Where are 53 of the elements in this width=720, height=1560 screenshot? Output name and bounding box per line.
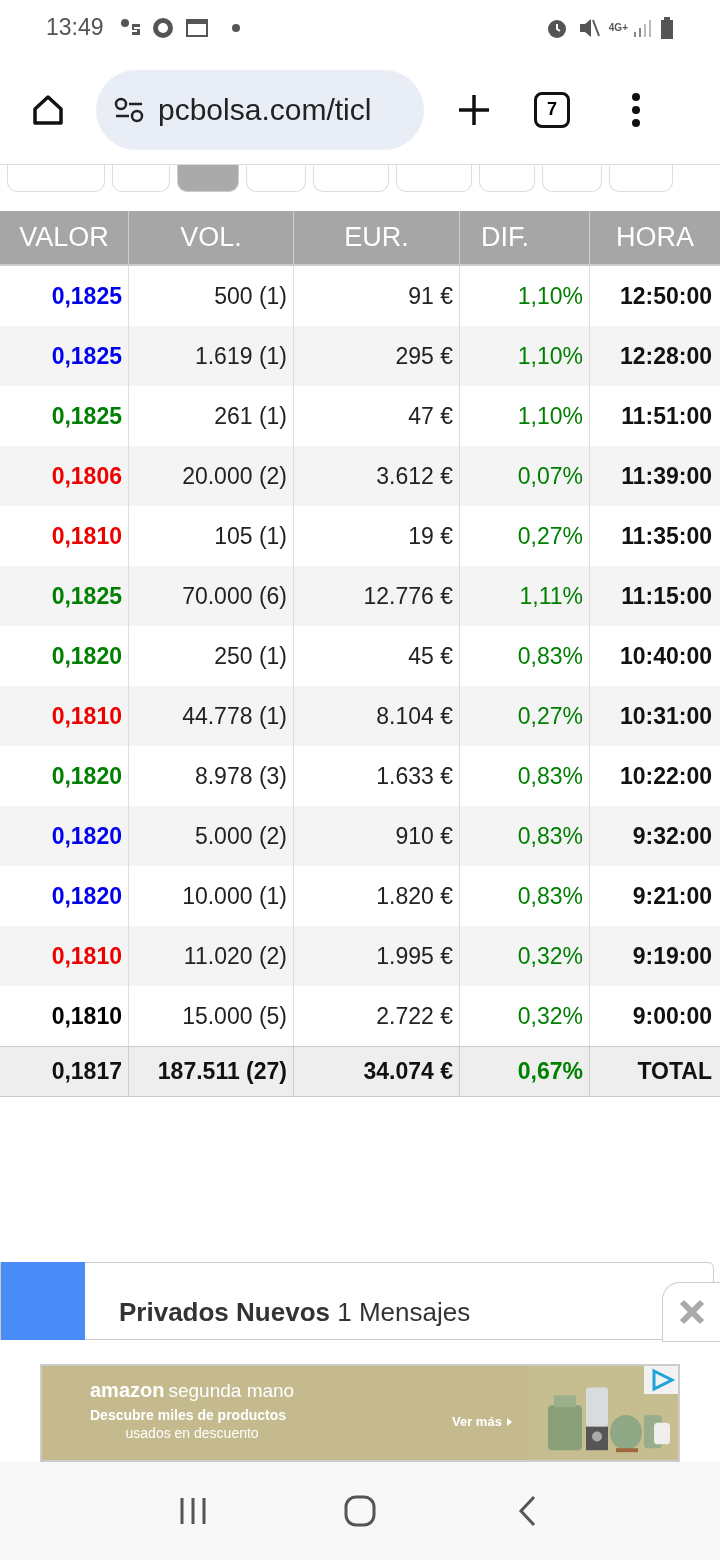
page-tab[interactable] — [542, 165, 602, 192]
ad-headline: Descubre miles de productos — [90, 1407, 288, 1425]
time-cell-text: 10:40:00 — [618, 641, 713, 671]
url-text: pcbolsa.com/ticl — [158, 92, 372, 128]
app-icon — [151, 16, 174, 39]
chevron-right-icon — [506, 1417, 512, 1426]
time-cell-text: 9:19:00 — [631, 941, 713, 971]
page-tab[interactable] — [112, 165, 170, 192]
page-tab[interactable] — [7, 165, 105, 192]
signal-icon — [632, 17, 652, 38]
total-diff-cell: 0,67% — [460, 1047, 590, 1096]
total-euro-cell: 34.074 € — [294, 1047, 460, 1096]
page-tab[interactable] — [313, 165, 389, 192]
time-cell-text: 11:35:00 — [620, 521, 713, 551]
time-cell-text: 11:39:00 — [620, 461, 713, 491]
column-header: DIF. — [460, 211, 590, 264]
time-cell-text: 12:50:00 — [618, 281, 713, 311]
column-header: HORA — [615, 221, 695, 255]
notification-text: Privados Nuevos 1 Mensajes — [119, 1295, 471, 1329]
ad-brand-suffix: segunda mano — [168, 1379, 295, 1403]
ad-subline: usados en descuento — [124, 1424, 260, 1442]
battery-icon — [660, 16, 674, 39]
page-tab[interactable] — [396, 165, 472, 192]
site-settings-icon[interactable] — [114, 96, 144, 123]
time-cell-text: 9:21:00 — [631, 881, 713, 911]
time-cell-text: 11:15:00 — [620, 581, 713, 611]
total-price-cell: 0,1817 — [0, 1047, 129, 1096]
total-label-cell-text: TOTAL — [636, 1057, 713, 1087]
ad-info-icon[interactable] — [644, 1366, 678, 1394]
ad-brand: amazon — [90, 1378, 165, 1403]
time-cell-text: 10:22:00 — [618, 761, 713, 791]
tab-count-button[interactable]: 7 — [534, 91, 570, 128]
column-header: VALOR — [0, 211, 129, 264]
time-cell-text: 12:28:00 — [618, 341, 713, 371]
page-tab[interactable] — [177, 165, 239, 192]
time-cell-text: 9:32:00 — [631, 821, 713, 851]
close-button[interactable] — [662, 1282, 720, 1342]
time-cell-text: 11:51:00 — [620, 401, 713, 431]
status-time: 13:49 — [46, 13, 104, 43]
calendar-icon — [185, 17, 208, 38]
time-cell-text: 10:31:00 — [618, 701, 713, 731]
page-tab[interactable] — [479, 165, 535, 192]
network-label: 4G+ — [608, 22, 628, 33]
time-cell-text: 9:00:00 — [631, 1001, 713, 1031]
column-header: EUR. — [294, 211, 460, 264]
close-icon — [678, 1299, 705, 1325]
page-tab[interactable] — [609, 165, 673, 192]
total-volume-cell: 187.511 (27) — [129, 1047, 294, 1096]
page-tab[interactable] — [246, 165, 306, 192]
home-nav-button[interactable] — [343, 1494, 377, 1528]
column-header: VOL. — [129, 211, 294, 264]
notification-banner[interactable]: Privados Nuevos 1 Mensajes — [0, 1262, 714, 1340]
address-bar[interactable]: pcbolsa.com/ticl — [96, 69, 424, 150]
